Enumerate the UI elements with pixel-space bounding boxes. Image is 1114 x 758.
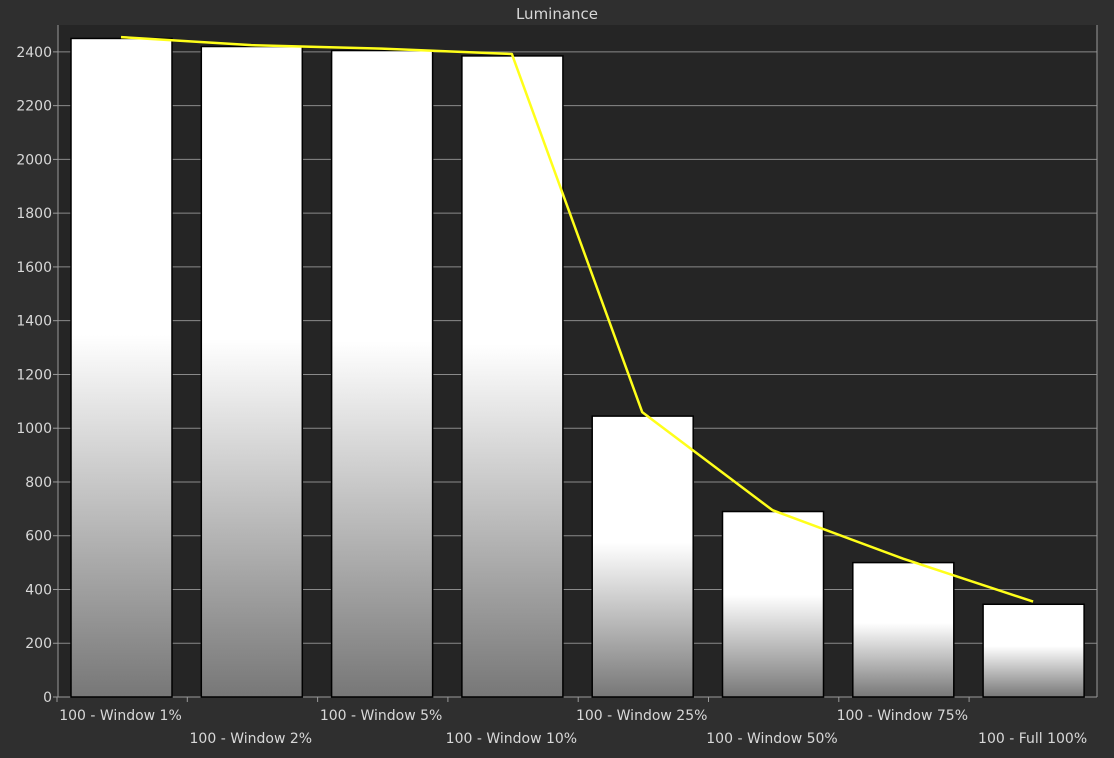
x-tick-label: 100 - Window 5% — [320, 708, 443, 724]
y-tick-label: 1400 — [16, 314, 52, 330]
bar — [983, 604, 1084, 697]
x-tick-label: 100 - Window 50% — [706, 731, 837, 747]
x-tick-label: 100 - Window 10% — [446, 731, 577, 747]
x-tick-label: 100 - Window 75% — [837, 708, 968, 724]
x-tick-label: 100 - Window 2% — [190, 731, 313, 747]
x-tick-label: 100 - Window 25% — [576, 708, 707, 724]
bar — [853, 563, 954, 697]
y-tick-label: 2400 — [16, 45, 52, 61]
bar — [332, 51, 433, 697]
bar — [723, 512, 824, 697]
y-tick-label: 2200 — [16, 99, 52, 115]
bar — [592, 416, 693, 697]
bar — [71, 38, 172, 697]
x-tick-label: 100 - Full 100% — [978, 731, 1087, 747]
y-tick-label: 1000 — [16, 421, 52, 437]
y-tick-label: 0 — [43, 690, 52, 706]
x-tick-label: 100 - Window 1% — [59, 708, 182, 724]
chart-title: Luminance — [516, 5, 598, 23]
y-tick-label: 1600 — [16, 260, 52, 276]
luminance-chart: Luminance 0 200 400 600 800 1000 1200 1400 1600 18… — [0, 0, 1114, 754]
y-tick-label: 600 — [25, 529, 52, 545]
y-tick-label: 800 — [25, 475, 52, 491]
y-tick-label: 1800 — [16, 206, 52, 222]
y-tick-label: 200 — [25, 636, 52, 652]
y-tick-label: 400 — [25, 582, 52, 598]
bar — [201, 47, 302, 697]
chart-svg: Luminance 0 200 400 600 800 1000 1200 1400 1600 18… — [0, 0, 1114, 754]
y-tick-label: 2000 — [16, 152, 52, 168]
y-tick-label: 1200 — [16, 367, 52, 383]
